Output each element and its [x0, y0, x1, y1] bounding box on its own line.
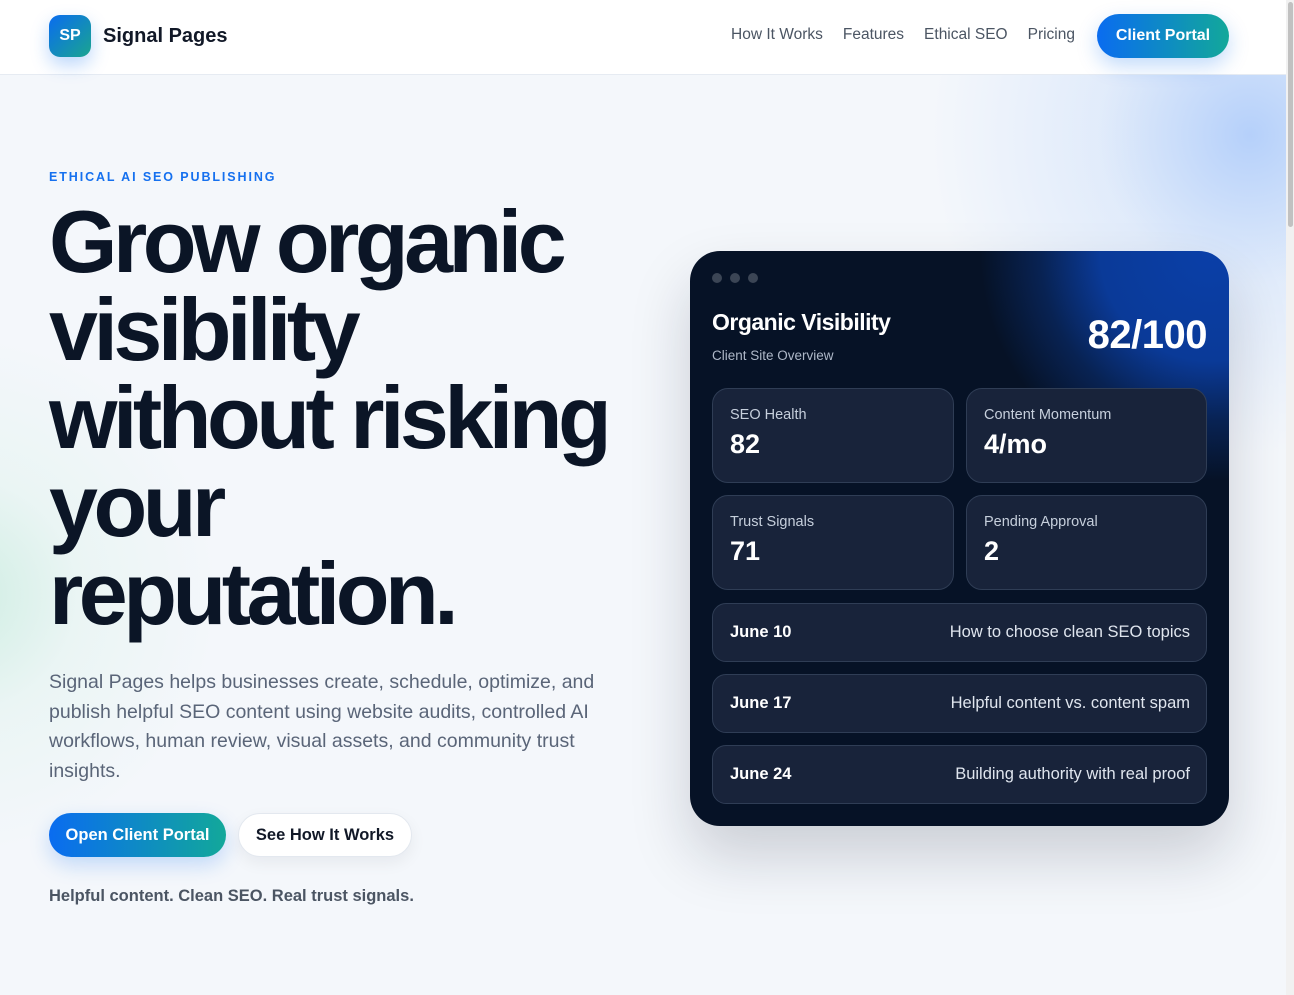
- window-dot-icon: [712, 273, 722, 283]
- headline-line: without risking: [49, 368, 612, 467]
- schedule-title: Building authority with real proof: [955, 765, 1190, 783]
- window-dots: [712, 273, 758, 283]
- metric-tile-seo-health: SEO Health 82: [712, 388, 954, 483]
- visibility-score: 82/100: [1087, 313, 1208, 357]
- metric-tile-trust-signals: Trust Signals 71: [712, 495, 954, 590]
- headline-line: your: [49, 456, 226, 555]
- metric-tile-content-momentum: Content Momentum 4/mo: [966, 388, 1207, 483]
- metric-tile-pending-approval: Pending Approval 2: [966, 495, 1207, 590]
- nav-link-ethical-seo[interactable]: Ethical SEO: [924, 26, 1008, 44]
- metric-label: Trust Signals: [730, 514, 815, 530]
- metric-label: Pending Approval: [984, 514, 1098, 530]
- metric-value: 71: [730, 536, 761, 566]
- headline-line: Grow organic: [49, 192, 567, 291]
- hero-tagline: Helpful content. Clean SEO. Real trust s…: [49, 887, 414, 905]
- hero-description: Signal Pages helps businesses create, sc…: [49, 671, 595, 782]
- scrollbar-thumb[interactable]: [1288, 2, 1293, 227]
- brand[interactable]: SP Signal Pages: [49, 15, 228, 57]
- site-header: SP Signal Pages How It Works Features Et…: [0, 0, 1286, 75]
- window-dot-icon: [748, 273, 758, 283]
- see-how-it-works-button[interactable]: See How It Works: [238, 813, 412, 857]
- card-title: Organic Visibility: [712, 309, 891, 335]
- client-portal-button[interactable]: Client Portal: [1097, 14, 1229, 58]
- schedule-title: How to choose clean SEO topics: [949, 623, 1190, 641]
- card-subtitle: Client Site Overview: [712, 348, 834, 363]
- schedule-title: Helpful content vs. content spam: [950, 694, 1190, 712]
- schedule-item: June 24 Building authority with real pro…: [712, 745, 1207, 804]
- metric-value: 2: [984, 536, 1000, 566]
- headline-line: visibility: [49, 280, 361, 379]
- hero-eyebrow: ETHICAL AI SEO PUBLISHING: [49, 170, 277, 184]
- organic-visibility-card: Organic Visibility Client Site Overview …: [690, 251, 1229, 826]
- open-client-portal-button[interactable]: Open Client Portal: [49, 813, 226, 857]
- nav-link-features[interactable]: Features: [843, 26, 904, 44]
- window-dot-icon: [730, 273, 740, 283]
- schedule-date: June 24: [730, 765, 792, 783]
- metric-value: 4/mo: [984, 429, 1048, 459]
- hero-headline: Grow organic visibility without risking …: [49, 198, 689, 638]
- headline-line: reputation.: [49, 544, 459, 643]
- schedule-item: June 17 Helpful content vs. content spam: [712, 674, 1207, 733]
- metric-value: 82: [730, 429, 761, 459]
- schedule-date: June 17: [730, 694, 792, 712]
- schedule-item: June 10 How to choose clean SEO topics: [712, 603, 1207, 662]
- logo-badge: SP: [49, 15, 91, 57]
- metric-label: SEO Health: [730, 407, 807, 423]
- schedule-date: June 10: [730, 623, 792, 641]
- nav-link-how-it-works[interactable]: How It Works: [731, 26, 823, 44]
- main-nav: How It Works Features Ethical SEO Pricin…: [731, 26, 1075, 44]
- metric-label: Content Momentum: [984, 407, 1112, 423]
- nav-link-pricing[interactable]: Pricing: [1028, 26, 1075, 44]
- brand-name: Signal Pages: [103, 24, 228, 47]
